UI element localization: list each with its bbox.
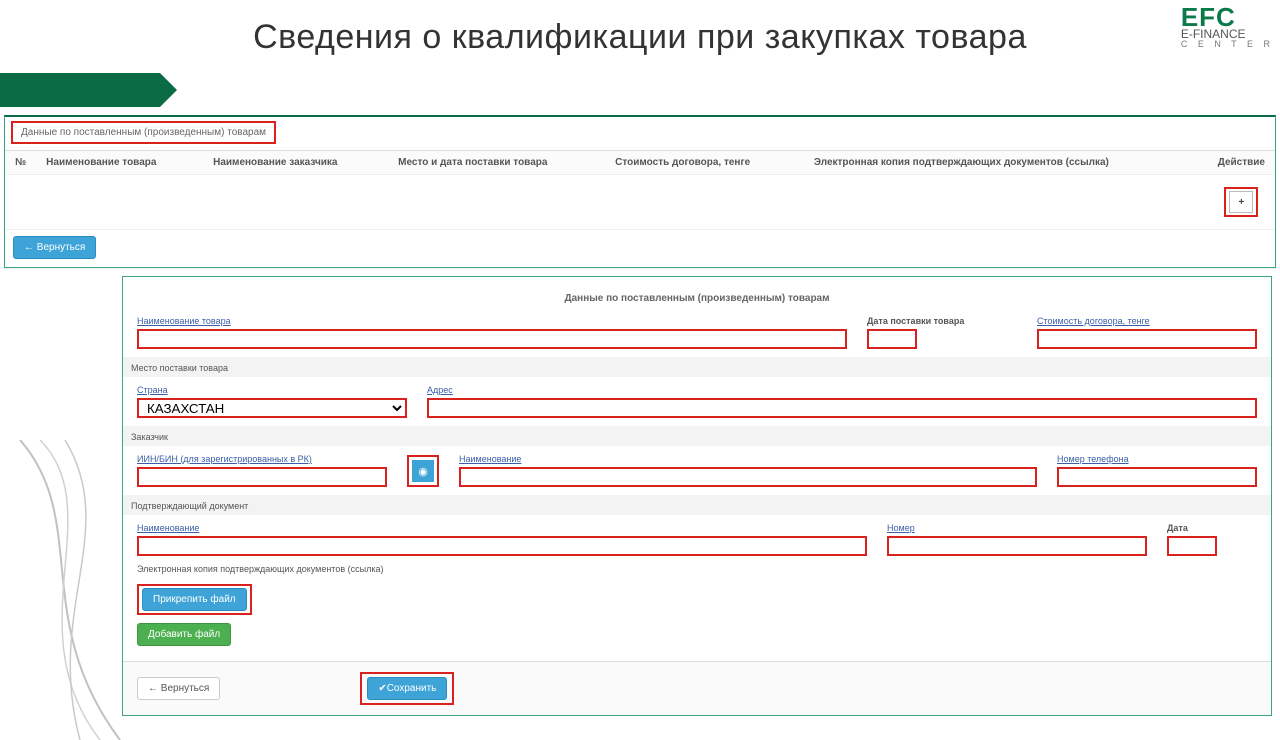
save-button[interactable]: ✔Сохранить	[367, 677, 447, 700]
delivery-date-label: Дата поставки товара	[867, 316, 1017, 326]
col-place-date: Место и дата поставки товара	[388, 151, 605, 175]
doc-date-label: Дата	[1167, 523, 1257, 533]
customer-header: Заказчик	[123, 426, 1271, 446]
form-footer: ← Вернуться ✔Сохранить	[123, 661, 1271, 715]
customer-name-label: Наименование	[459, 454, 1037, 464]
iin-input[interactable]	[137, 467, 387, 487]
col-doc-link: Электронная копия подтверждающих докумен…	[804, 151, 1208, 175]
address-input[interactable]	[427, 398, 1257, 418]
add-row-button[interactable]: +	[1229, 191, 1253, 213]
table-row: +	[5, 175, 1275, 230]
col-goods-name: Наименование товара	[36, 151, 203, 175]
goods-form-panel: Данные по поставленным (произведенным) т…	[122, 276, 1272, 716]
goods-name-label: Наименование товара	[137, 316, 847, 326]
add-file-button[interactable]: Добавить файл	[137, 623, 231, 646]
form-title: Данные по поставленным (произведенным) т…	[137, 287, 1257, 316]
attach-file-button[interactable]: Прикрепить файл	[142, 588, 247, 611]
col-action: Действие	[1208, 151, 1275, 175]
goods-table: № Наименование товара Наименование заказ…	[5, 150, 1275, 230]
customer-name-input[interactable]	[459, 467, 1037, 487]
doc-number-label: Номер	[887, 523, 1147, 533]
delivery-date-input[interactable]	[867, 329, 917, 349]
col-no: №	[5, 151, 36, 175]
doc-date-input[interactable]	[1167, 536, 1217, 556]
delivery-place-header: Место поставки товара	[123, 357, 1271, 377]
cost-input[interactable]	[1037, 329, 1257, 349]
iin-label: ИИН/БИН (для зарегистрированных в РК)	[137, 454, 387, 464]
doc-number-input[interactable]	[887, 536, 1147, 556]
decorative-lines	[10, 440, 130, 740]
goods-name-input[interactable]	[137, 329, 847, 349]
lookup-button[interactable]: ◉	[412, 460, 434, 482]
address-label: Адрес	[427, 385, 1257, 395]
col-cost: Стоимость договора, тенге	[605, 151, 804, 175]
arrow-decoration	[0, 73, 160, 107]
back-button[interactable]: ← Вернуться	[13, 236, 96, 259]
phone-label: Номер телефона	[1057, 454, 1257, 464]
cost-label: Стоимость договора, тенге	[1037, 316, 1257, 326]
section-title: Данные по поставленным (произведенным) т…	[11, 121, 276, 144]
country-label: Страна	[137, 385, 407, 395]
page-title: Сведения о квалификации при закупках тов…	[0, 0, 1280, 67]
ecopy-label: Электронная копия подтверждающих докумен…	[137, 564, 1257, 574]
doc-name-label: Наименование	[137, 523, 867, 533]
doc-name-input[interactable]	[137, 536, 867, 556]
efc-logo: EFC E-FINANCE C E N T E R	[1181, 6, 1274, 48]
phone-input[interactable]	[1057, 467, 1257, 487]
col-customer: Наименование заказчика	[203, 151, 388, 175]
doc-header: Подтверждающий документ	[123, 495, 1271, 515]
form-back-button[interactable]: ← Вернуться	[137, 677, 220, 700]
country-select[interactable]: КАЗАХСТАН	[137, 398, 407, 418]
goods-data-panel: Данные по поставленным (произведенным) т…	[4, 115, 1276, 268]
